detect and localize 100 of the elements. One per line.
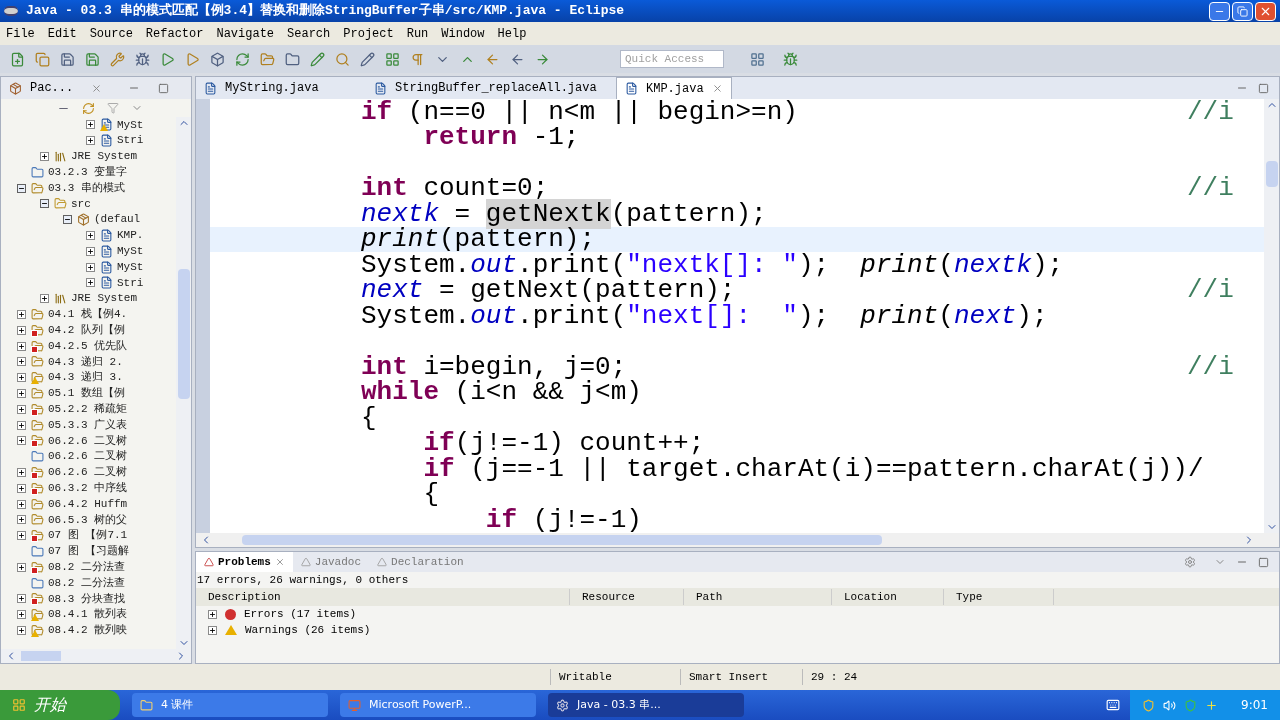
- expand-toggle[interactable]: [16, 625, 26, 635]
- scroll-thumb[interactable]: [1265, 161, 1278, 187]
- menu-item[interactable]: Project: [343, 24, 394, 43]
- expand-toggle[interactable]: [16, 404, 26, 414]
- expand-toggle[interactable]: [16, 515, 26, 525]
- scrollbar[interactable]: [1264, 99, 1279, 533]
- minimize-button[interactable]: [1209, 1, 1230, 21]
- close-button[interactable]: [1255, 1, 1276, 21]
- tree-item[interactable]: MySt: [117, 258, 144, 276]
- problem-group[interactable]: Errors (17 items): [244, 605, 357, 623]
- back-icon[interactable]: [485, 51, 500, 67]
- editor-tab[interactable]: KMP.java: [616, 77, 732, 99]
- expand-toggle[interactable]: [16, 531, 26, 541]
- view-tab[interactable]: Declaration: [369, 552, 472, 572]
- forward-icon[interactable]: [535, 51, 550, 67]
- collapse-toggle[interactable]: [39, 199, 49, 209]
- bug-icon[interactable]: [135, 51, 150, 67]
- box-icon[interactable]: [210, 51, 225, 67]
- tree-item[interactable]: 03.2.3 变量字: [48, 164, 128, 181]
- expand-toggle[interactable]: [85, 278, 95, 288]
- menu-item[interactable]: Edit: [47, 24, 77, 43]
- view-tab[interactable]: Javadoc: [292, 552, 370, 572]
- expand-toggle[interactable]: [208, 625, 217, 635]
- grid-icon[interactable]: [385, 51, 400, 67]
- taskbar-button[interactable]: Microsoft PowerP...: [340, 693, 536, 717]
- maximize-icon[interactable]: [1258, 83, 1269, 94]
- expand-toggle[interactable]: [16, 562, 26, 572]
- expand-toggle[interactable]: [39, 294, 49, 304]
- expand-toggle[interactable]: [16, 420, 26, 430]
- tree-item[interactable]: 06.5.3 树的父: [48, 511, 128, 529]
- tree-item[interactable]: 04.2.5 优先队: [48, 337, 128, 355]
- tree-item[interactable]: 05.1 数组【例: [48, 385, 125, 402]
- quick-access-field[interactable]: Quick Access: [620, 50, 724, 68]
- plus-icon[interactable]: [1205, 698, 1218, 712]
- menu-item[interactable]: File: [6, 24, 35, 43]
- expand-toggle[interactable]: [208, 609, 217, 619]
- tree-item[interactable]: 08.3 分块查找: [48, 590, 125, 608]
- tree-item[interactable]: JRE System: [71, 290, 137, 307]
- menu-item[interactable]: Window: [441, 24, 485, 43]
- bug-icon[interactable]: [783, 51, 798, 67]
- refresh-icon[interactable]: [235, 51, 250, 67]
- expand-toggle[interactable]: [16, 610, 26, 620]
- close-icon[interactable]: [91, 82, 103, 94]
- expand-toggle[interactable]: [85, 262, 95, 272]
- tree-item[interactable]: 03.3 串的模式: [48, 179, 125, 197]
- tree-item[interactable]: 08.4.1 散列表: [48, 606, 128, 623]
- folder-icon[interactable]: [260, 51, 275, 67]
- taskbar-button[interactable]: Java - 03.3 串...: [548, 693, 744, 717]
- volume-icon[interactable]: [1163, 698, 1176, 712]
- restore-button[interactable]: [1232, 1, 1253, 21]
- play-icon[interactable]: [185, 51, 200, 67]
- tree-item[interactable]: 08.2 二分法查: [48, 558, 125, 576]
- editor-tab[interactable]: StringBuffer_replaceAll.java: [366, 77, 616, 99]
- tree-item[interactable]: 04.1 栈【例4.: [48, 306, 128, 323]
- tree-item[interactable]: 04.3 递归 2.: [48, 353, 123, 371]
- scroll-thumb[interactable]: [177, 269, 190, 399]
- search-icon[interactable]: [335, 51, 350, 67]
- tree-item[interactable]: 08.4.2 散列映: [48, 622, 128, 639]
- expand-toggle[interactable]: [16, 436, 26, 446]
- tree-item[interactable]: 06.2.6 二叉树: [48, 432, 128, 450]
- tree-item[interactable]: Stri: [117, 274, 144, 292]
- expand-toggle[interactable]: [85, 120, 95, 130]
- menu-item[interactable]: Source: [89, 24, 133, 43]
- close-icon[interactable]: [274, 557, 285, 567]
- expand-toggle[interactable]: [85, 246, 95, 256]
- menu-item[interactable]: Navigate: [216, 24, 275, 43]
- editor-tab[interactable]: MyString.java: [196, 77, 366, 99]
- expand-toggle[interactable]: [16, 373, 26, 383]
- tree-item[interactable]: 05.2.2 稀疏矩: [48, 401, 128, 418]
- scroll-thumb[interactable]: [242, 535, 882, 545]
- pilcrow-icon[interactable]: [410, 51, 425, 67]
- tree-item[interactable]: src: [71, 195, 91, 213]
- expand-toggle[interactable]: [39, 152, 49, 161]
- tree-item[interactable]: 07 图 【例7.1: [48, 527, 128, 544]
- horizontal-scrollbar[interactable]: [196, 533, 1279, 547]
- tree-item[interactable]: KMP.: [117, 227, 144, 244]
- settings-icon[interactable]: [1184, 556, 1196, 568]
- taskbar-button[interactable]: 4 课件: [132, 693, 328, 717]
- expand-toggle[interactable]: [16, 594, 26, 604]
- collapse-toggle[interactable]: [16, 183, 26, 193]
- column-header[interactable]: Type: [944, 588, 1054, 606]
- expand-toggle[interactable]: [85, 136, 95, 146]
- expand-toggle[interactable]: [16, 357, 26, 367]
- play-icon[interactable]: [160, 51, 175, 67]
- column-header[interactable]: Description: [196, 588, 570, 606]
- pencil-icon[interactable]: [310, 51, 325, 67]
- tree-item[interactable]: 05.3.3 广义表: [48, 416, 128, 434]
- grid-icon[interactable]: [750, 51, 765, 67]
- problem-group[interactable]: Warnings (26 items): [245, 621, 371, 639]
- tree-item[interactable]: (defaul: [94, 211, 141, 228]
- wrench-icon[interactable]: [110, 51, 125, 67]
- save-icon[interactable]: [85, 51, 100, 67]
- expand-toggle[interactable]: [16, 325, 26, 335]
- save-icon[interactable]: [60, 51, 75, 67]
- menu-item[interactable]: Refactor: [145, 24, 204, 43]
- menu-item[interactable]: Help: [497, 24, 527, 43]
- tree-item[interactable]: 07 图 【习题解: [48, 543, 130, 560]
- folder-icon[interactable]: [285, 51, 300, 67]
- tree-item[interactable]: 06.2.6 二叉树: [48, 448, 128, 465]
- menu-item[interactable]: Run: [406, 24, 429, 43]
